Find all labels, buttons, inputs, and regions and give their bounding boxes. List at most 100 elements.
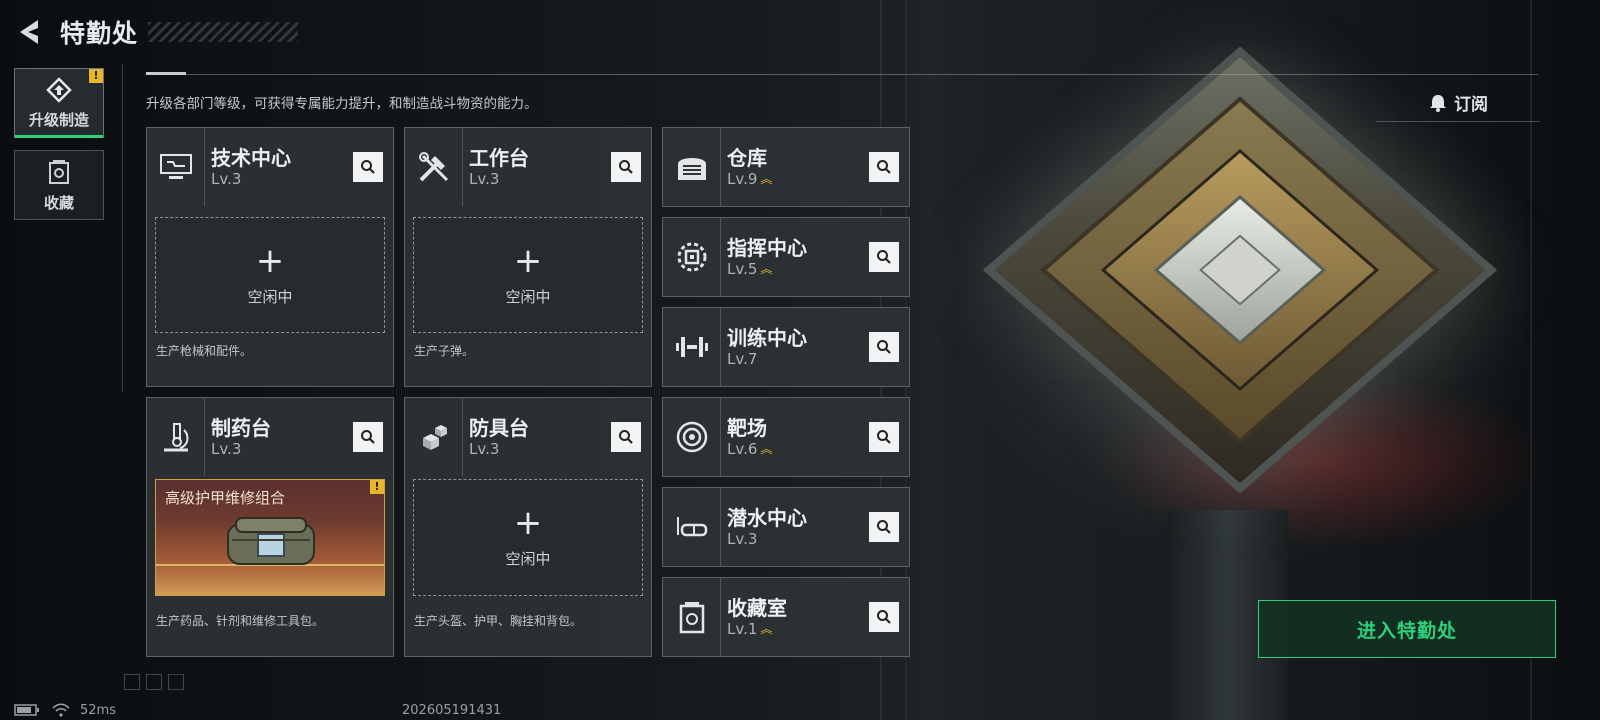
- monitor-icon: [147, 128, 205, 206]
- search-icon: [877, 340, 891, 354]
- upgrade-icon: [46, 76, 72, 103]
- collection-icon: [49, 159, 69, 184]
- chip-icon: [663, 218, 721, 296]
- department-name: 靶场: [727, 416, 767, 440]
- dumbbell-icon: [663, 308, 721, 386]
- search-button[interactable]: [869, 512, 899, 542]
- nav-divider: [122, 64, 123, 392]
- product-name: 高级护甲维修组合: [165, 489, 286, 507]
- facility-level: Lv.3: [469, 170, 500, 188]
- search-button[interactable]: [869, 242, 899, 272]
- facility-level: Lv.3: [211, 440, 242, 458]
- facility-card-workbench: 工作台 Lv.3 + 空闲中 生产子弹。: [404, 127, 652, 387]
- department-card-diving[interactable]: 潜水中心 Lv.3: [662, 487, 910, 567]
- search-button[interactable]: [611, 152, 641, 182]
- search-button[interactable]: [353, 422, 383, 452]
- plus-icon: +: [513, 503, 543, 543]
- department-name: 仓库: [727, 146, 767, 170]
- bottom-decoration: [124, 674, 184, 690]
- warehouse-icon: [663, 128, 721, 206]
- alert-badge: !: [370, 480, 384, 494]
- search-button[interactable]: [869, 602, 899, 632]
- department-name: 指挥中心: [727, 236, 807, 260]
- facility-subtitle: 生产头盔、护甲、胸挂和背包。: [414, 614, 583, 628]
- level-up-icon: ︽: [760, 171, 772, 186]
- facility-name: 制药台: [211, 416, 271, 440]
- bell-icon: [1430, 94, 1446, 112]
- search-icon: [877, 520, 891, 534]
- slot-status: 空闲中: [247, 287, 293, 306]
- department-level: Lv.5: [727, 260, 758, 278]
- tools-icon: [405, 128, 463, 206]
- facility-level: Lv.3: [211, 170, 242, 188]
- facility-name: 工作台: [469, 146, 529, 170]
- search-icon: [619, 430, 633, 444]
- plus-icon: +: [513, 240, 543, 281]
- diving-mask-icon: [663, 488, 721, 566]
- slot-status: 空闲中: [505, 550, 551, 568]
- enter-special-ops-button[interactable]: 进入特勤处: [1258, 600, 1556, 658]
- search-icon: [361, 430, 375, 444]
- department-card-collection-room[interactable]: 收藏室 Lv.1 ︽: [662, 577, 910, 657]
- search-icon: [877, 250, 891, 264]
- page-description: 升级各部门等级，可获得专属能力提升，和制造战斗物资的能力。: [146, 96, 538, 112]
- search-button[interactable]: [353, 152, 383, 182]
- department-level: Lv.1: [727, 620, 758, 638]
- search-icon: [877, 430, 891, 444]
- title-decoration: [148, 22, 299, 42]
- department-card-training[interactable]: 训练中心 Lv.7: [662, 307, 910, 387]
- tab-label: 升级制造: [28, 110, 89, 129]
- department-card-range[interactable]: 靶场 Lv.6 ︽: [662, 397, 910, 477]
- production-slot[interactable]: + 空闲中: [413, 479, 643, 596]
- status-bar: 52ms: [14, 702, 116, 718]
- facility-name: 技术中心: [211, 146, 291, 170]
- alert-badge: !: [89, 69, 103, 83]
- subscribe-label: 订阅: [1454, 95, 1488, 115]
- search-button[interactable]: [869, 422, 899, 452]
- microscope-icon: [147, 398, 205, 476]
- slot-status: 空闲中: [505, 287, 551, 306]
- department-card-warehouse[interactable]: 仓库 Lv.9 ︽: [662, 127, 910, 207]
- tab-collection[interactable]: 收藏: [14, 150, 104, 220]
- level-up-icon: ︽: [760, 441, 772, 456]
- facility-card-tech-center: 技术中心 Lv.3 + 空闲中 生产枪械和配件。: [146, 127, 394, 387]
- facility-subtitle: 生产子弹。: [414, 344, 475, 358]
- armor-boxes-icon: [405, 398, 463, 476]
- tab-upgrade-craft[interactable]: ! 升级制造: [14, 68, 104, 138]
- level-up-icon: ︽: [760, 261, 772, 276]
- header: 特勤处: [14, 14, 299, 50]
- wifi-icon: [52, 703, 70, 717]
- target-icon: [663, 398, 721, 476]
- plus-icon: +: [255, 240, 285, 281]
- department-level: Lv.3: [727, 530, 758, 548]
- department-name: 潜水中心: [727, 506, 807, 530]
- search-button[interactable]: [869, 332, 899, 362]
- cta-label: 进入特勤处: [1356, 619, 1457, 642]
- page-title: 特勤处: [60, 19, 139, 48]
- production-slot[interactable]: + 空闲中: [413, 217, 643, 333]
- department-level: Lv.7: [727, 350, 758, 368]
- tab-label: 收藏: [43, 193, 74, 212]
- top-divider-accent: [146, 72, 186, 75]
- back-arrow-icon[interactable]: [14, 17, 44, 47]
- level-up-icon: ︽: [760, 621, 772, 636]
- facility-card-pharmacy: 制药台 Lv.3 高级护甲维修组合 ! 生产药品、针剂和维修工具包。: [146, 397, 394, 657]
- production-slot[interactable]: + 空闲中: [155, 217, 385, 333]
- department-name: 收藏室: [727, 596, 787, 620]
- search-button[interactable]: [869, 152, 899, 182]
- department-card-command[interactable]: 指挥中心 Lv.5 ︽: [662, 217, 910, 297]
- facility-level: Lv.3: [469, 440, 500, 458]
- department-level: Lv.6: [727, 440, 758, 458]
- production-product-slot[interactable]: 高级护甲维修组合 !: [155, 479, 385, 596]
- collection-icon: [663, 578, 721, 656]
- search-icon: [361, 160, 375, 174]
- subscribe-button[interactable]: 订阅: [1376, 84, 1540, 122]
- facility-name: 防具台: [469, 416, 529, 440]
- facility-subtitle: 生产药品、针剂和维修工具包。: [156, 614, 325, 628]
- search-icon: [877, 160, 891, 174]
- search-button[interactable]: [611, 422, 641, 452]
- armor-repair-kit-icon: [227, 517, 315, 565]
- facility-card-armor: 防具台 Lv.3 + 空闲中 生产头盔、护甲、胸挂和背包。: [404, 397, 652, 657]
- facility-subtitle: 生产枪械和配件。: [156, 344, 253, 358]
- ping-readout: 52ms: [80, 702, 116, 718]
